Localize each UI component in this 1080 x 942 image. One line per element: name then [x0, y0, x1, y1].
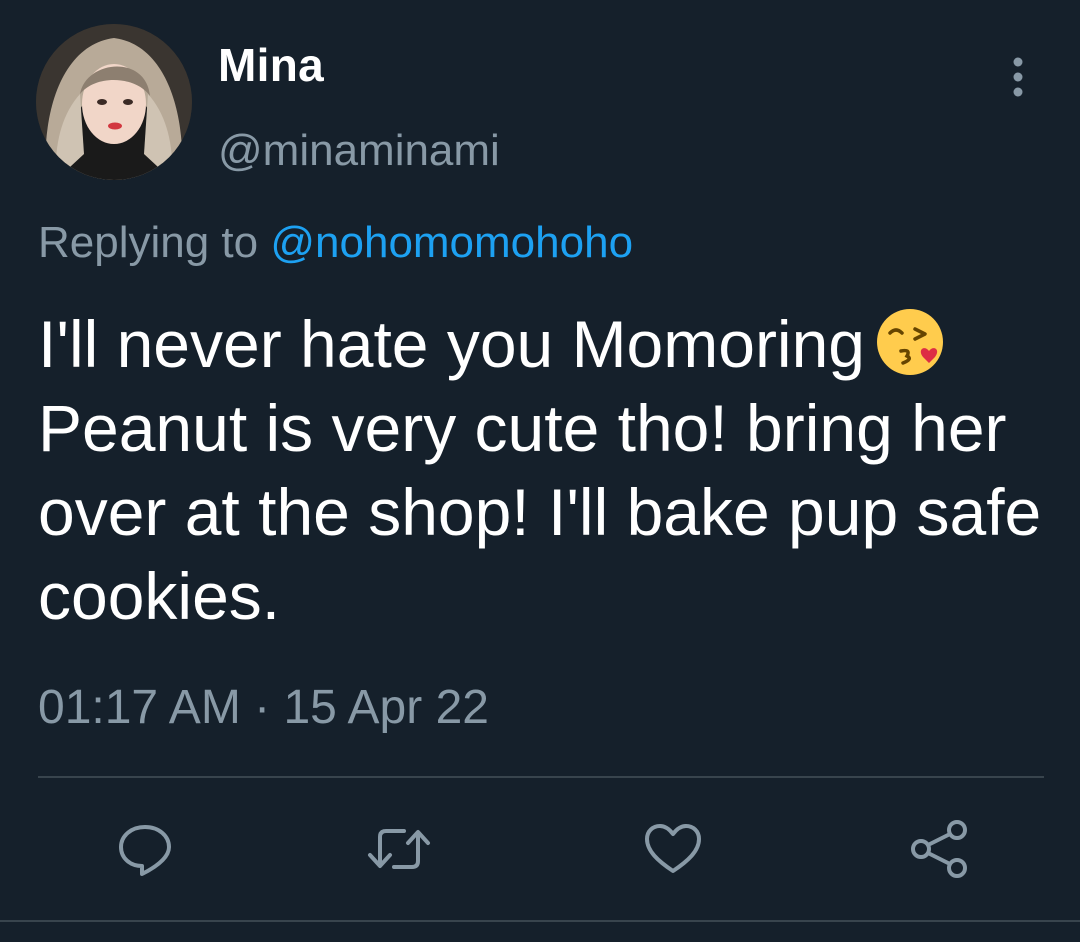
tweet-text: I'll never hate you Momoring Peanut is v…	[38, 302, 1048, 638]
bottom-divider	[0, 920, 1080, 922]
tweet-text-rest: Peanut is very cute tho! bring her over …	[38, 391, 1042, 633]
replying-to: Replying to @nohomomohoho	[38, 218, 633, 268]
share-button[interactable]	[904, 816, 974, 886]
retweet-button[interactable]	[364, 816, 434, 886]
user-handle[interactable]: @minaminami	[218, 126, 500, 176]
more-options-icon[interactable]	[1000, 52, 1036, 102]
display-name[interactable]: Mina	[218, 38, 324, 92]
avatar[interactable]	[36, 24, 192, 180]
heart-icon	[642, 819, 704, 884]
kissing-face-emoji-icon	[873, 305, 947, 379]
tweet-timestamp[interactable]: 01:17 AM · 15 Apr 22	[38, 680, 489, 735]
reply-button[interactable]	[110, 816, 180, 886]
replying-to-label: Replying to	[38, 218, 271, 267]
like-button[interactable]	[638, 816, 708, 886]
retweet-icon	[366, 819, 432, 884]
divider	[38, 776, 1044, 778]
tweet-text-line-1: I'll never hate you Momoring	[38, 307, 865, 381]
reply-icon	[115, 819, 175, 884]
tweet-detail: Mina @minaminami Replying to @nohomomoho…	[0, 0, 1080, 942]
reply-mention-link[interactable]: @nohomomohoho	[270, 218, 633, 267]
share-icon	[908, 818, 970, 885]
